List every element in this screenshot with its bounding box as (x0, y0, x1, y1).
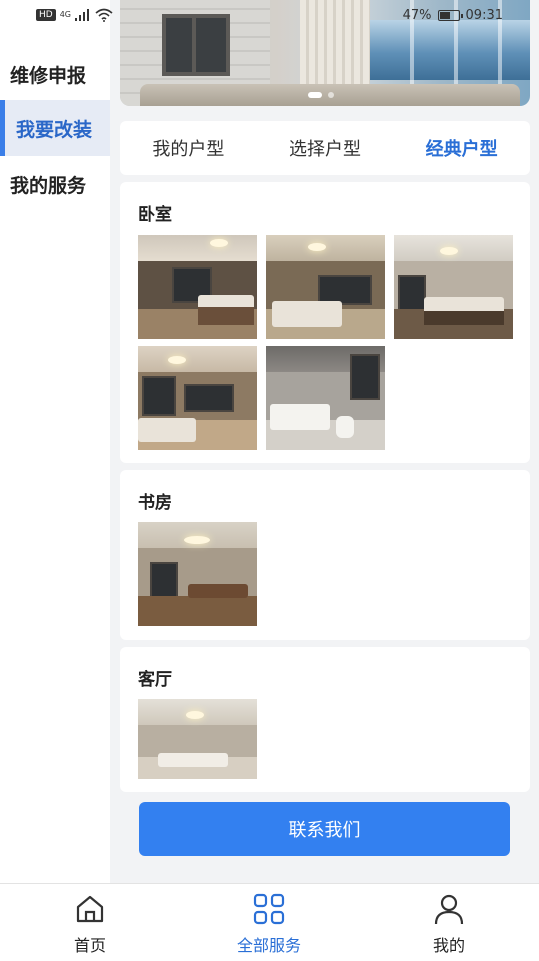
bottom-nav: 首页 全部服务 我的 (0, 883, 539, 961)
photo-thumbnail[interactable] (138, 235, 257, 339)
category-title: 客厅 (138, 670, 172, 690)
photo-thumbnail[interactable] (394, 235, 513, 339)
contact-us-button[interactable]: 联系我们 (139, 802, 510, 856)
photo-thumbnail[interactable] (138, 699, 257, 779)
battery-percent: 47% (402, 7, 432, 23)
category-title: 卧室 (138, 205, 172, 225)
category-card-living-room: 客厅 (120, 647, 530, 792)
tab-classic-layout[interactable]: 经典户型 (426, 135, 498, 161)
photo-thumbnail[interactable] (266, 235, 385, 339)
wifi-icon (95, 8, 113, 22)
carousel-dot-active (308, 92, 322, 98)
nav-label: 首页 (73, 936, 106, 955)
grid-icon (253, 893, 285, 925)
hd-badge: HD (36, 9, 56, 21)
sidebar: 维修申报 我要改装 我的服务 (0, 0, 110, 883)
category-card-bedroom: 卧室 (120, 182, 530, 463)
sidebar-item-repair[interactable]: 维修申报 (0, 46, 110, 102)
layout-tabs: 我的户型 选择户型 经典户型 (120, 121, 530, 175)
tab-my-layout[interactable]: 我的户型 (152, 135, 224, 161)
sidebar-item-my-services[interactable]: 我的服务 (0, 156, 110, 212)
battery-icon (437, 9, 463, 21)
photo-thumbnail[interactable] (138, 346, 257, 450)
network-type: 4G (59, 10, 71, 19)
carousel-dot (328, 92, 334, 98)
user-icon (434, 894, 464, 925)
clock: 09:31 (465, 7, 503, 23)
nav-item-home[interactable]: 首页 (30, 884, 150, 961)
home-icon (76, 895, 104, 923)
status-bar: HD 4G 47% 09:31 (0, 0, 539, 30)
photo-thumbnail[interactable] (266, 346, 385, 450)
category-title: 书房 (138, 493, 172, 513)
nav-label: 全部服务 (236, 936, 301, 955)
nav-item-mine[interactable]: 我的 (389, 884, 509, 961)
photo-thumbnail[interactable] (138, 522, 257, 626)
sidebar-item-renovate[interactable]: 我要改装 (0, 100, 110, 156)
nav-item-all-services[interactable]: 全部服务 (209, 884, 329, 961)
carousel-indicator (308, 92, 334, 98)
signal-icon (75, 9, 89, 21)
nav-label: 我的 (432, 936, 465, 955)
category-card-study: 书房 (120, 470, 530, 640)
tab-choose-layout[interactable]: 选择户型 (289, 135, 361, 161)
